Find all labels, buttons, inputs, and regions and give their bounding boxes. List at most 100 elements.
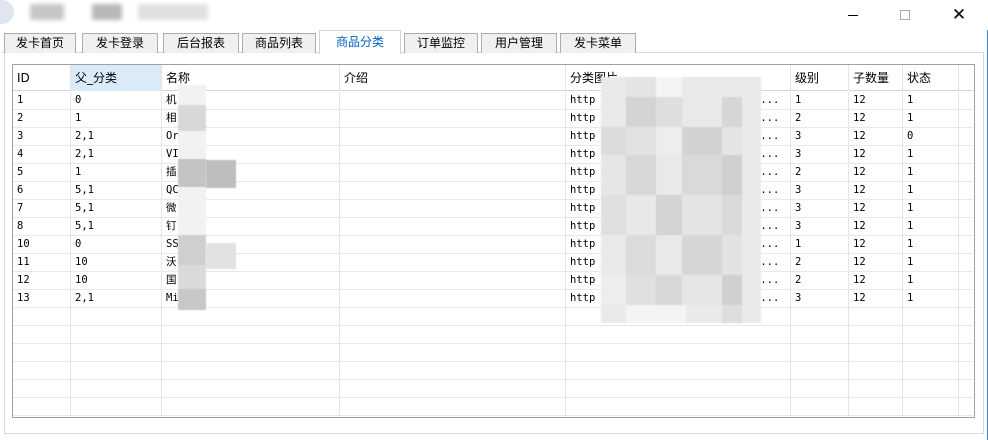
cell-count[interactable]: 12	[849, 182, 903, 200]
cell-id[interactable]	[13, 362, 71, 380]
cell-intro[interactable]	[340, 110, 566, 128]
cell-image[interactable]	[566, 362, 791, 380]
cell-id[interactable]: 4	[13, 146, 71, 164]
tab-product-category[interactable]: 商品分类	[319, 30, 401, 54]
cell-count[interactable]: 12	[849, 254, 903, 272]
cell-level[interactable]	[791, 344, 849, 362]
cell-image[interactable]	[566, 380, 791, 398]
cell-id[interactable]: 10	[13, 236, 71, 254]
table-row[interactable]: 11 10 沃 http/... 2 12 1	[13, 254, 973, 272]
cell-status[interactable]: 1	[903, 110, 959, 128]
cell-name[interactable]	[162, 398, 340, 416]
cell-intro[interactable]	[340, 398, 566, 416]
table-row[interactable]	[13, 380, 973, 398]
category-table[interactable]: ID 父_分类 名称 介绍 分类图片 级别 子数量 状态 1 0 机 http/...…	[12, 64, 975, 418]
cell-level[interactable]: 3	[791, 290, 849, 308]
column-header-count[interactable]: 子数量	[849, 65, 903, 91]
cell-count[interactable]: 12	[849, 128, 903, 146]
cell-count[interactable]: 12	[849, 110, 903, 128]
column-header-status[interactable]: 状态	[903, 65, 959, 91]
cell-count[interactable]	[849, 398, 903, 416]
cell-level[interactable]: 3	[791, 218, 849, 236]
cell-name[interactable]	[162, 362, 340, 380]
table-row[interactable]: 2 1 相 http/... 2 12 1	[13, 110, 973, 128]
cell-intro[interactable]	[340, 344, 566, 362]
cell-id[interactable]	[13, 380, 71, 398]
cell-parent[interactable]	[71, 362, 162, 380]
cell-count[interactable]	[849, 380, 903, 398]
cell-status[interactable]: 1	[903, 254, 959, 272]
cell-status[interactable]: 1	[903, 272, 959, 290]
table-row[interactable]: 7 5,1 微 http/... 3 12 1	[13, 200, 973, 218]
cell-status[interactable]: 1	[903, 164, 959, 182]
cell-level[interactable]: 2	[791, 272, 849, 290]
cell-level[interactable]: 2	[791, 110, 849, 128]
cell-parent[interactable]: 1	[71, 164, 162, 182]
tab-user-management[interactable]: 用户管理	[481, 33, 557, 53]
cell-count[interactable]	[849, 344, 903, 362]
cell-parent[interactable]: 10	[71, 254, 162, 272]
cell-image[interactable]	[566, 398, 791, 416]
cell-name[interactable]	[162, 308, 340, 326]
cell-status[interactable]: 0	[903, 128, 959, 146]
cell-name[interactable]	[162, 380, 340, 398]
cell-level[interactable]: 3	[791, 200, 849, 218]
cell-id[interactable]: 12	[13, 272, 71, 290]
table-row[interactable]: 6 5,1 QC http/... 3 12 1	[13, 182, 973, 200]
tab-card-menu[interactable]: 发卡菜单	[560, 33, 636, 53]
cell-count[interactable]: 12	[849, 236, 903, 254]
cell-id[interactable]: 6	[13, 182, 71, 200]
table-row[interactable]: 3 2,1 Or http/... 3 12 0	[13, 128, 973, 146]
cell-parent[interactable]: 2,1	[71, 290, 162, 308]
cell-id[interactable]: 13	[13, 290, 71, 308]
cell-id[interactable]: 2	[13, 110, 71, 128]
cell-intro[interactable]	[340, 128, 566, 146]
cell-level[interactable]: 1	[791, 236, 849, 254]
cell-id[interactable]: 3	[13, 128, 71, 146]
cell-level[interactable]: 2	[791, 254, 849, 272]
cell-intro[interactable]	[340, 272, 566, 290]
cell-parent[interactable]: 2,1	[71, 146, 162, 164]
cell-image[interactable]	[566, 344, 791, 362]
table-row[interactable]	[13, 326, 973, 344]
column-header-level[interactable]: 级别	[791, 65, 849, 91]
cell-intro[interactable]	[340, 146, 566, 164]
cell-status[interactable]: 1	[903, 92, 959, 110]
cell-status[interactable]: 1	[903, 200, 959, 218]
cell-level[interactable]	[791, 398, 849, 416]
title-bar[interactable]: ✕	[0, 0, 988, 30]
cell-intro[interactable]	[340, 182, 566, 200]
cell-status[interactable]: 1	[903, 218, 959, 236]
cell-parent[interactable]: 1	[71, 110, 162, 128]
maximize-button[interactable]	[882, 0, 928, 30]
cell-parent[interactable]: 0	[71, 92, 162, 110]
cell-id[interactable]: 5	[13, 164, 71, 182]
cell-level[interactable]: 3	[791, 128, 849, 146]
cell-intro[interactable]	[340, 200, 566, 218]
cell-id[interactable]: 11	[13, 254, 71, 272]
cell-intro[interactable]	[340, 92, 566, 110]
cell-name[interactable]	[162, 326, 340, 344]
cell-status[interactable]	[903, 398, 959, 416]
tab-home[interactable]: 发卡首页	[4, 33, 76, 53]
table-row[interactable]	[13, 344, 973, 362]
cell-count[interactable]: 12	[849, 200, 903, 218]
cell-parent[interactable]: 0	[71, 236, 162, 254]
cell-status[interactable]	[903, 308, 959, 326]
table-row[interactable]	[13, 398, 973, 416]
cell-count[interactable]	[849, 362, 903, 380]
cell-parent[interactable]	[71, 308, 162, 326]
table-row[interactable]: 8 5,1 钉 http/... 3 12 1	[13, 218, 973, 236]
tab-login[interactable]: 发卡登录	[82, 33, 158, 53]
cell-name[interactable]	[162, 344, 340, 362]
cell-id[interactable]	[13, 344, 71, 362]
table-row[interactable]	[13, 308, 973, 326]
cell-status[interactable]	[903, 326, 959, 344]
cell-count[interactable]: 12	[849, 218, 903, 236]
cell-count[interactable]: 12	[849, 146, 903, 164]
cell-level[interactable]	[791, 380, 849, 398]
cell-level[interactable]	[791, 362, 849, 380]
cell-level[interactable]: 3	[791, 146, 849, 164]
cell-parent[interactable]: 5,1	[71, 200, 162, 218]
cell-intro[interactable]	[340, 326, 566, 344]
